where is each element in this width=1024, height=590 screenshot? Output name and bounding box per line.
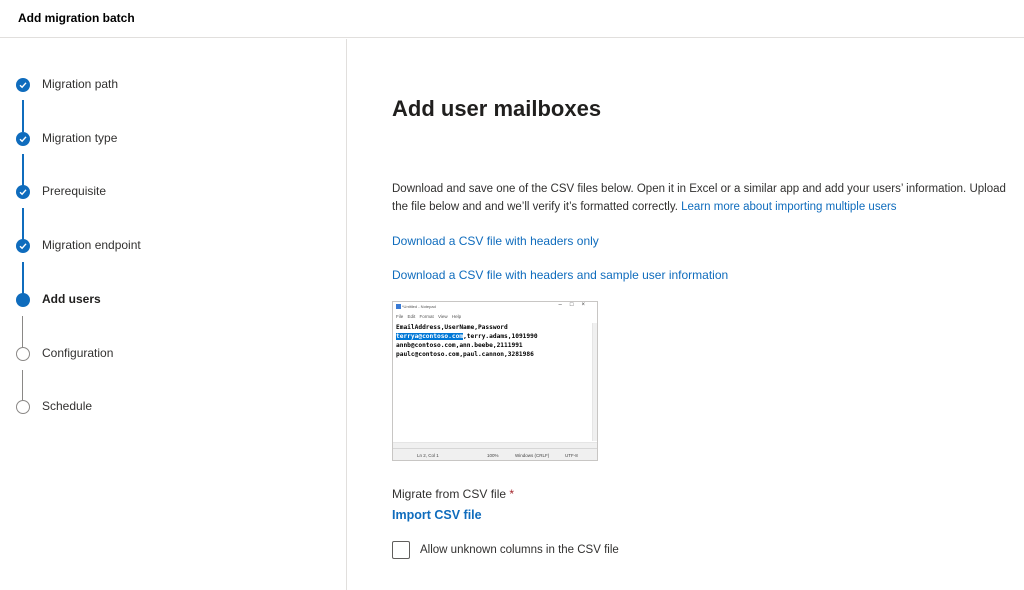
step-label: Schedule xyxy=(42,399,93,413)
step-label: Migration type xyxy=(42,131,118,145)
checkmark-icon xyxy=(16,185,30,199)
notepad-titlebar: *Untitled - Notepad –□× xyxy=(393,302,597,312)
panel-title: Add migration batch xyxy=(18,11,135,25)
main-content: Add user mailboxes Download and save one… xyxy=(348,39,1024,590)
notepad-statusbar: Ln 2, Col 1 100% Windows (CRLF) UTF-8 xyxy=(393,448,597,460)
step-label: Prerequisite xyxy=(42,184,107,198)
step-connector xyxy=(22,208,24,240)
notepad-text: EmailAddress,UserName,Password terrya@co… xyxy=(396,323,538,359)
csv-line: annb@contoso.com,ann.beebe,2111991 xyxy=(396,342,523,349)
status-zoom: 100% xyxy=(487,453,499,458)
download-headers-only-link[interactable]: Download a CSV file with headers only xyxy=(392,234,599,248)
step-connector xyxy=(22,100,24,132)
csv-line: paulc@contoso.com,paul.cannon,3281986 xyxy=(396,351,534,358)
download-sample-csv-link[interactable]: Download a CSV file with headers and sam… xyxy=(392,268,728,282)
checkmark-icon xyxy=(16,132,30,146)
step-label: Add users xyxy=(42,292,101,306)
csv-line: EmailAddress,UserName,Password xyxy=(396,324,508,331)
checkbox-label: Allow unknown columns in the CSV file xyxy=(420,544,619,556)
status-position: Ln 2, Col 1 xyxy=(417,453,439,458)
current-step-icon xyxy=(16,293,30,307)
status-encoding: UTF-8 xyxy=(565,453,578,458)
csv-field-label: Migrate from CSV file * xyxy=(392,487,514,501)
checkmark-icon xyxy=(16,78,30,92)
notepad-scrollbar xyxy=(592,323,597,441)
pending-step-icon xyxy=(16,400,30,414)
step-label: Migration path xyxy=(42,77,119,91)
allow-unknown-columns-checkbox[interactable] xyxy=(392,541,410,559)
step-connector xyxy=(22,316,23,348)
page-title: Add user mailboxes xyxy=(392,96,602,121)
window-controls-icon: –□× xyxy=(558,302,593,308)
panel-header: Add migration batch xyxy=(0,0,1024,38)
wizard-steps-sidebar: Migration path Migration type Prerequisi… xyxy=(0,39,347,590)
notepad-icon xyxy=(396,304,401,309)
status-eol: Windows (CRLF) xyxy=(515,453,550,458)
step-connector xyxy=(22,262,24,294)
csv-field-label-text: Migrate from CSV file xyxy=(392,487,507,501)
checkmark-icon xyxy=(16,239,30,253)
notepad-menu: File Edit Format View Help xyxy=(396,314,462,319)
learn-more-link[interactable]: Learn more about importing multiple user… xyxy=(681,201,896,213)
pending-step-icon xyxy=(16,347,30,361)
import-csv-button[interactable]: Import CSV file xyxy=(392,508,482,522)
csv-line: ,terry.adams,1091990 xyxy=(463,333,538,340)
step-label: Configuration xyxy=(42,346,114,360)
required-indicator: * xyxy=(509,487,515,501)
step-connector xyxy=(22,370,23,402)
notepad-example-image: *Untitled - Notepad –□× File Edit Format… xyxy=(392,301,598,461)
instructions-text: Download and save one of the CSV files b… xyxy=(392,180,1022,216)
step-connector xyxy=(22,154,24,186)
notepad-title: *Untitled - Notepad xyxy=(402,304,436,309)
csv-selection: terrya@contoso.com xyxy=(396,333,464,340)
step-label: Migration endpoint xyxy=(42,238,141,252)
